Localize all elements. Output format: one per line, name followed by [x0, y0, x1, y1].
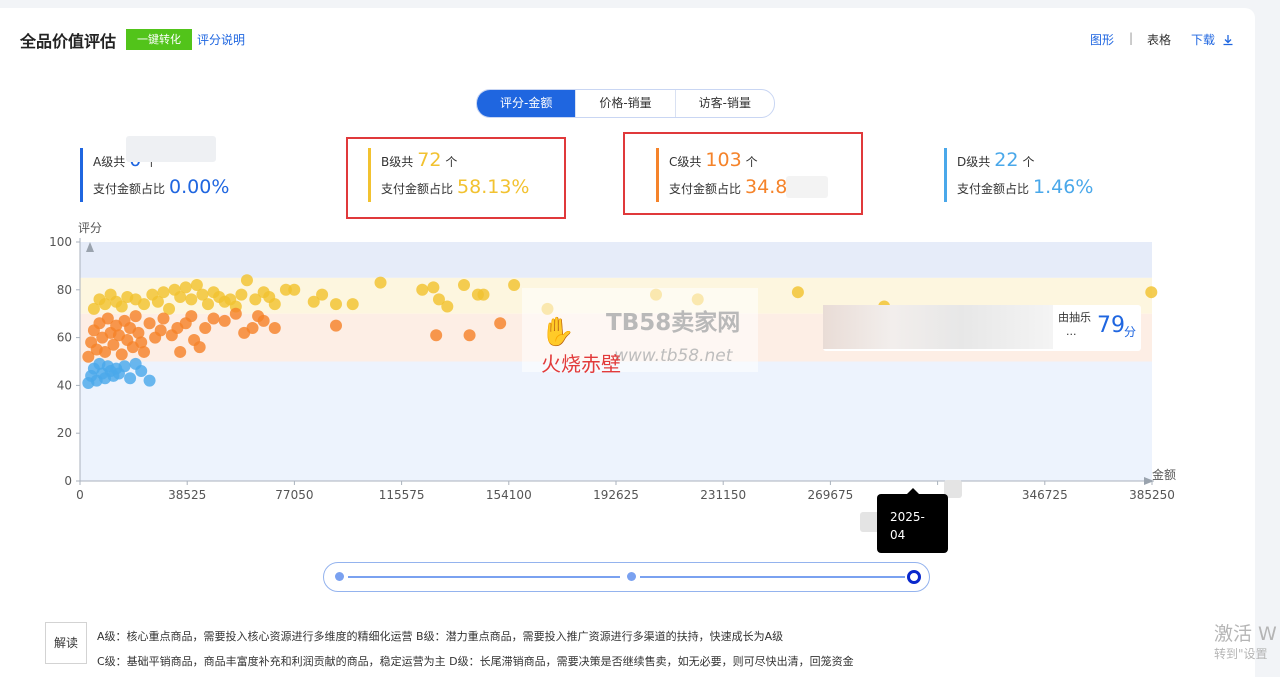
- one-click-convert-button[interactable]: 一键转化: [126, 29, 192, 50]
- table-view-link[interactable]: 表格: [1147, 31, 1171, 48]
- page-title: 全品价值评估: [20, 32, 117, 51]
- watermark-url: www.tb58.net: [614, 346, 733, 366]
- tooltip-ellipsis: ...: [1066, 325, 1077, 338]
- blurred-product-name: [823, 305, 1053, 349]
- tab-score-amount[interactable]: 评分-金额: [477, 90, 576, 117]
- watermark-hand-icon: ✋: [540, 315, 575, 348]
- timeline-point[interactable]: [335, 572, 344, 581]
- blur-patch: [126, 136, 216, 162]
- highlight-box-c: [623, 132, 863, 215]
- grade-description-cd: C级：基础平销商品，商品丰富度补充和利润贡献的商品，稳定运营为主 D级：长尾滞销…: [97, 655, 854, 668]
- tab-visitors-sales[interactable]: 访客-销量: [674, 90, 774, 117]
- tooltip-score: 79: [1097, 313, 1125, 338]
- download-label: 下载: [1191, 33, 1216, 47]
- timeline-date-tooltip: 2025-04: [877, 488, 948, 553]
- graph-view-link[interactable]: 图形: [1090, 31, 1114, 48]
- timeline-track: [640, 576, 905, 578]
- grade-d-unit: 个: [1022, 155, 1035, 169]
- grade-d-ratio: 1.46%: [1033, 176, 1094, 198]
- highlight-box-b: [346, 137, 566, 219]
- grade-a-marker: [80, 148, 83, 202]
- grade-a-ratio: 0.00%: [169, 176, 230, 198]
- grade-description-ab: A级：核心重点商品，需要投入核心资源进行多维度的精细化运营 B级：潜力重点商品，…: [97, 630, 784, 643]
- grade-a-label: A级共: [93, 155, 126, 169]
- timeline-current-handle[interactable]: [907, 570, 921, 584]
- timeline-date: 2025-04: [890, 510, 925, 542]
- activation-notice-title: 激活 W: [1214, 623, 1277, 645]
- blur-patch: [786, 176, 828, 198]
- grade-d-count: 22: [994, 149, 1019, 171]
- tab-price-sales[interactable]: 价格-销量: [575, 90, 674, 117]
- grade-a-ratio-label: 支付金额占比: [93, 182, 166, 196]
- grade-d-marker: [944, 148, 947, 202]
- view-separator: |: [1129, 31, 1134, 45]
- grade-d-ratio-label: 支付金额占比: [957, 182, 1030, 196]
- chart-mode-tabs: 评分-金额 价格-销量 访客-销量: [476, 89, 775, 118]
- interpret-button[interactable]: 解读: [45, 622, 87, 664]
- watermark-title: TB58卖家网: [606, 310, 741, 336]
- watermark-red-text: 火烧赤壁: [541, 352, 621, 376]
- activation-notice-text: 转到"设置: [1214, 647, 1268, 661]
- tooltip-score-unit: 分: [1124, 325, 1137, 339]
- timeline-point[interactable]: [627, 572, 636, 581]
- tooltip-product-name: 由抽乐: [1058, 311, 1091, 324]
- score-explanation-link[interactable]: 评分说明: [197, 31, 245, 48]
- timeline-slider[interactable]: [323, 562, 930, 592]
- download-button[interactable]: 下载: [1191, 31, 1234, 48]
- grade-d-label: D级共: [957, 155, 991, 169]
- download-icon: [1223, 35, 1233, 46]
- timeline-track: [348, 576, 620, 578]
